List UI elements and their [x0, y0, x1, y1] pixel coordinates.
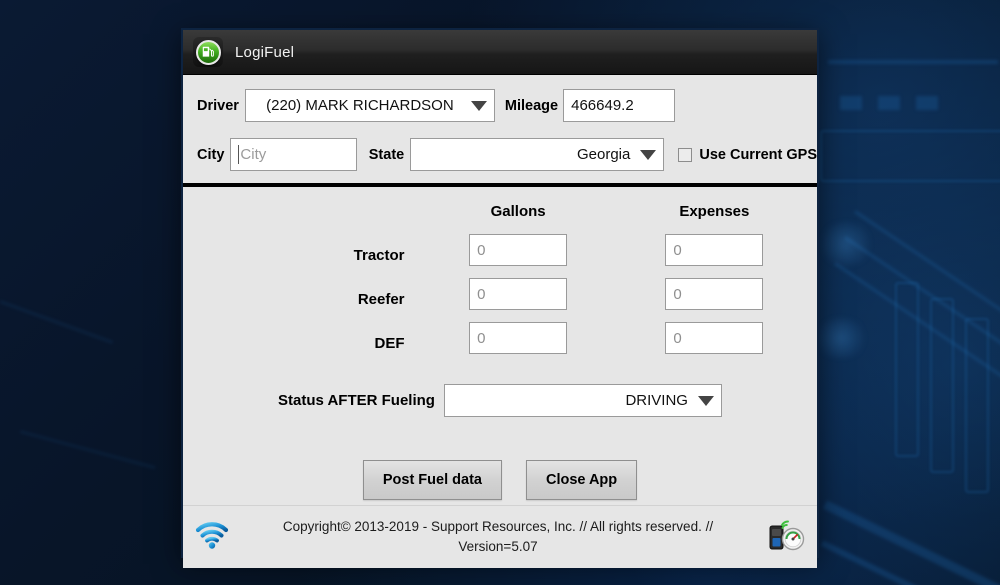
chevron-down-icon	[697, 395, 714, 406]
title-bar: LogiFuel	[183, 30, 817, 75]
column-header-gallons: Gallons	[490, 203, 546, 220]
wallpaper-trace	[916, 96, 938, 110]
mileage-input[interactable]: 466649.2	[563, 89, 676, 122]
checkbox-box[interactable]	[678, 147, 693, 162]
status-value: DRIVING	[625, 392, 688, 409]
wallpaper-trace	[820, 540, 1000, 585]
mileage-value: 466649.2	[571, 97, 634, 114]
copyright-line-1: Copyright© 2013-2019 - Support Resources…	[282, 519, 714, 535]
close-app-button[interactable]: Close App	[525, 460, 638, 500]
wallpaper-trace	[0, 300, 114, 344]
tractor-gallons-input[interactable]: 0	[469, 234, 568, 266]
status-select[interactable]: DRIVING	[443, 384, 722, 417]
wifi-icon[interactable]	[195, 520, 229, 555]
window-title: LogiFuel	[235, 43, 295, 61]
wallpaper-trace	[828, 60, 998, 64]
wallpaper-trace	[878, 96, 900, 110]
wallpaper-glow	[816, 222, 876, 266]
table-row: DEF 0 0	[185, 322, 815, 364]
status-label: Status AFTER Fueling	[278, 392, 435, 409]
reefer-expenses-input[interactable]: 0	[665, 278, 764, 310]
copyright-line-2: Version=5.07	[458, 539, 538, 554]
driver-label: Driver	[197, 97, 239, 114]
chevron-down-icon	[640, 149, 657, 160]
text-cursor	[238, 145, 240, 164]
location-row: City City State Georgia Use Current GPS	[183, 136, 817, 173]
top-form-section: Driver (220) MARK RICHARDSON Mileage 466…	[183, 75, 817, 187]
use-current-gps-label: Use Current GPS	[699, 146, 817, 163]
column-header-expenses: Expenses	[679, 203, 750, 220]
reefer-gallons-input[interactable]: 0	[469, 278, 568, 310]
mileage-label: Mileage	[504, 97, 559, 114]
wallpaper-circuit	[930, 298, 954, 473]
def-gallons-input[interactable]: 0	[469, 322, 568, 354]
wallpaper-trace	[854, 210, 1000, 342]
fuel-entry-section: Gallons Expenses Tractor 0 0 Reefer 0 0 …	[183, 187, 817, 505]
desktop-background: LogiFuel Driver (220) MARK RICHARDSON Mi…	[0, 0, 1000, 585]
wallpaper-trace	[19, 430, 156, 470]
copyright-text: Copyright© 2013-2019 - Support Resources…	[229, 517, 767, 556]
wallpaper-trace	[840, 96, 862, 110]
app-window: LogiFuel Driver (220) MARK RICHARDSON Mi…	[181, 28, 819, 568]
grid-header-row: Gallons Expenses	[185, 203, 815, 232]
gps-device-icon[interactable]	[767, 518, 805, 557]
button-row: Post Fuel data Close App	[183, 460, 817, 500]
driver-value: (220) MARK RICHARDSON	[266, 97, 454, 114]
tractor-expenses-input[interactable]: 0	[665, 234, 764, 266]
driver-row: Driver (220) MARK RICHARDSON Mileage 466…	[183, 87, 817, 124]
table-row: Tractor 0 0	[185, 234, 815, 276]
row-label-tractor: Tractor	[353, 246, 405, 264]
def-expenses-input[interactable]: 0	[665, 322, 764, 354]
use-current-gps-checkbox[interactable]: Use Current GPS	[678, 147, 817, 163]
state-select[interactable]: Georgia	[410, 138, 665, 171]
table-row: Reefer 0 0	[185, 278, 815, 320]
wallpaper-trace	[844, 236, 1000, 368]
wallpaper-circuit	[820, 130, 1000, 182]
row-label-def: DEF	[374, 334, 405, 352]
city-placeholder: City	[240, 146, 267, 163]
chevron-down-icon	[470, 100, 487, 111]
footer: Copyright© 2013-2019 - Support Resources…	[183, 505, 817, 568]
driver-select[interactable]: (220) MARK RICHARDSON	[244, 89, 495, 122]
wallpaper-glow	[812, 318, 870, 358]
city-label: City	[197, 146, 225, 163]
city-input[interactable]: City	[230, 138, 357, 171]
state-label: State	[368, 146, 405, 163]
wallpaper-circuit	[895, 282, 919, 457]
fuel-grid: Gallons Expenses Tractor 0 0 Reefer 0 0 …	[183, 201, 817, 366]
post-fuel-data-button[interactable]: Post Fuel data	[362, 460, 502, 500]
wallpaper-trace	[823, 500, 1000, 585]
row-label-reefer: Reefer	[357, 290, 405, 308]
wallpaper-trace	[834, 262, 1000, 394]
state-value: Georgia	[576, 146, 631, 163]
status-row: Status AFTER Fueling DRIVING	[183, 384, 817, 417]
fuel-pump-icon	[193, 37, 223, 67]
wallpaper-circuit	[965, 318, 989, 493]
